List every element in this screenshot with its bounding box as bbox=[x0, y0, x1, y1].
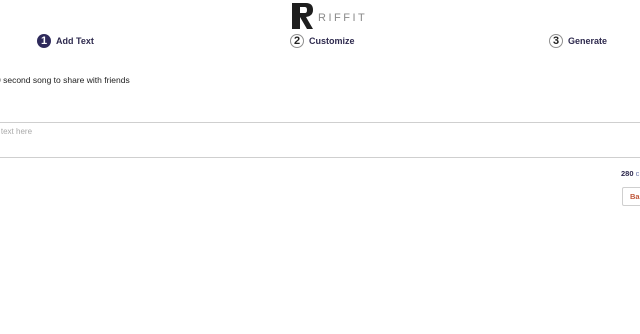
riffit-r-logo-icon bbox=[292, 3, 313, 29]
step-add-text[interactable]: 1 Add Text bbox=[37, 33, 94, 49]
brand-logo[interactable]: RIFFIT bbox=[292, 3, 367, 29]
step-generate[interactable]: 3 Generate bbox=[549, 33, 607, 49]
back-button[interactable]: Ba bbox=[622, 187, 640, 206]
brand-name: RIFFIT bbox=[318, 12, 368, 24]
character-count: 280 bbox=[621, 169, 634, 178]
character-count-unit: c bbox=[635, 169, 640, 178]
step-label: Generate bbox=[568, 36, 608, 46]
step-customize[interactable]: 2 Customize bbox=[290, 33, 355, 49]
back-button-label: Ba bbox=[630, 192, 640, 201]
editor-instruction: 0 second song to share with friends bbox=[0, 75, 130, 85]
step-number-badge: 1 bbox=[37, 34, 51, 48]
lyrics-text-input[interactable]: r text here bbox=[0, 122, 640, 158]
step-label: Add Text bbox=[56, 36, 94, 46]
character-counter: 280 c bbox=[621, 169, 639, 178]
step-number-badge: 2 bbox=[290, 34, 304, 48]
step-label: Customize bbox=[309, 36, 355, 46]
step-number-badge: 3 bbox=[549, 34, 563, 48]
text-input-placeholder: r text here bbox=[0, 127, 33, 136]
